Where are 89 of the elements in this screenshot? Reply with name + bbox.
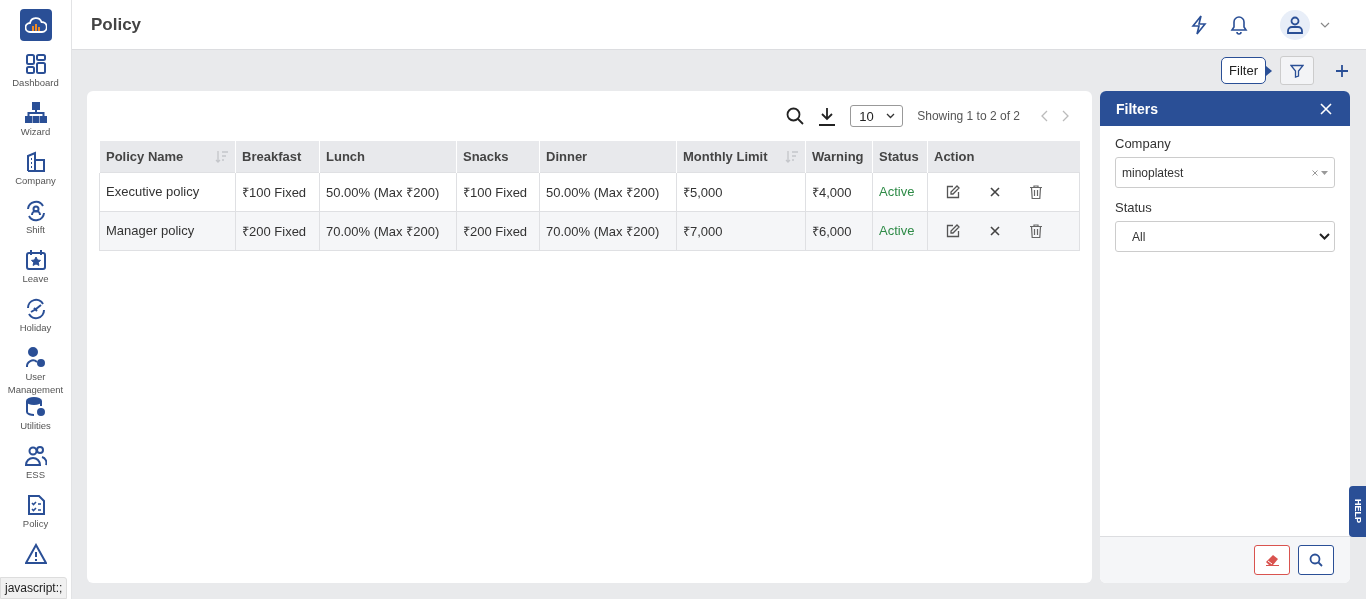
sidebar-item[interactable]: Policy xyxy=(0,494,72,543)
chevron-down-icon[interactable] xyxy=(1320,21,1330,28)
table-cell: ₹100 Fixed xyxy=(456,172,540,211)
user-avatar[interactable] xyxy=(1280,9,1310,40)
chevron-down-icon xyxy=(886,113,896,119)
company-combobox[interactable]: minoplatest xyxy=(1115,157,1335,188)
sidebar-label: Holiday xyxy=(18,321,53,334)
page-title: Policy xyxy=(91,14,142,35)
table-cell: Executive policy xyxy=(99,172,236,211)
lightning-icon[interactable] xyxy=(1190,14,1208,35)
column-header: Breakfast xyxy=(235,141,320,172)
sidebar-label: Leave xyxy=(21,272,50,285)
page-size-select[interactable]: 10 xyxy=(850,105,904,127)
edit-icon[interactable] xyxy=(946,224,960,239)
filter-button[interactable] xyxy=(1280,56,1314,85)
column-header: Status xyxy=(872,141,928,172)
dashboard-icon xyxy=(24,53,47,75)
table-cell: ₹5,000 xyxy=(676,172,806,211)
column-header: Dinner xyxy=(539,141,677,172)
trash-icon[interactable] xyxy=(1030,224,1042,239)
status-cell: Active xyxy=(872,172,928,211)
table-cell: ₹6,000 xyxy=(805,211,873,250)
sidebar-label: Dashboard xyxy=(11,76,60,89)
sidebar-item[interactable]: Dashboard xyxy=(0,53,72,102)
chevron-down-icon xyxy=(1319,233,1330,240)
trash-icon[interactable] xyxy=(1030,185,1042,200)
user-cycle-icon xyxy=(24,200,47,222)
table-cell: ₹200 Fixed xyxy=(235,211,320,250)
field-label: Company xyxy=(1115,136,1172,151)
app-logo[interactable] xyxy=(19,9,52,41)
filter-icon xyxy=(1290,63,1304,78)
notification-bell-icon[interactable] xyxy=(1230,14,1248,35)
table-cell: ₹100 Fixed xyxy=(235,172,320,211)
sidebar-item[interactable]: Holiday xyxy=(0,298,72,347)
caret-down-icon xyxy=(1321,170,1328,175)
search-icon[interactable] xyxy=(786,107,805,125)
close-icon[interactable] xyxy=(990,187,1000,198)
warning-icon xyxy=(24,543,47,565)
hierarchy-icon xyxy=(24,102,47,124)
sidebar-label: Company xyxy=(14,174,57,187)
sidebar-label: Utilities xyxy=(19,419,52,432)
sidebar-label: Wizard xyxy=(19,125,52,138)
column-header: Action xyxy=(927,141,1080,172)
table-cell: ₹200 Fixed xyxy=(456,211,540,250)
sidebar-label: Shift xyxy=(25,223,46,236)
download-icon[interactable] xyxy=(818,106,837,126)
sidebar-item[interactable]: User Management xyxy=(0,347,72,396)
table-cell: ₹4,000 xyxy=(805,172,873,211)
browser-status-bar: javascript:; xyxy=(0,577,68,599)
clear-icon[interactable] xyxy=(1312,169,1318,176)
add-icon[interactable] xyxy=(1336,64,1348,77)
sidebar-label: ESS xyxy=(25,468,46,481)
sidebar-item[interactable]: Shift xyxy=(0,200,72,249)
table-cell: 70.00% (Max ₹200) xyxy=(319,211,457,250)
search-icon xyxy=(1309,553,1323,567)
panel-title: Filters xyxy=(1116,100,1158,117)
sidebar-label: Policy xyxy=(21,517,50,530)
table-cell: 50.00% (Max ₹200) xyxy=(539,172,677,211)
column-header: Warning xyxy=(805,141,873,172)
table-cell: Manager policy xyxy=(99,211,236,250)
sidebar-item[interactable]: Company xyxy=(0,151,72,200)
field-label: Status xyxy=(1115,200,1153,215)
help-tab[interactable]: HELP xyxy=(1349,486,1366,537)
filter-tooltip: Filter xyxy=(1221,57,1266,84)
users-icon xyxy=(24,445,47,467)
status-select[interactable]: All xyxy=(1115,221,1335,252)
eraser-icon xyxy=(1264,554,1280,566)
column-header: Snacks xyxy=(456,141,540,172)
sidebar-item[interactable]: ESS xyxy=(0,445,72,494)
tooltip-pointer xyxy=(1266,65,1272,76)
sidebar-label: User Management xyxy=(6,370,65,396)
clear-filters-button[interactable] xyxy=(1254,545,1290,575)
table-cell: 50.00% (Max ₹200) xyxy=(319,172,457,211)
sidebar-item[interactable]: Leave xyxy=(0,249,72,298)
column-header: Lunch xyxy=(319,141,457,172)
edit-icon[interactable] xyxy=(946,185,960,200)
status-cell: Active xyxy=(872,211,928,250)
cycle-icon xyxy=(24,298,47,320)
column-header[interactable]: Monthly Limit xyxy=(676,141,806,172)
search-button[interactable] xyxy=(1298,545,1334,575)
column-header[interactable]: Policy Name xyxy=(99,141,236,172)
table-cell: ₹7,000 xyxy=(676,211,806,250)
building-icon xyxy=(24,151,47,173)
sidebar-item[interactable]: Utilities xyxy=(0,396,72,445)
close-icon[interactable] xyxy=(990,226,1000,237)
sidebar-item[interactable]: Wizard xyxy=(0,102,72,151)
pagination-summary: Showing 1 to 2 of 2 xyxy=(917,109,1020,123)
cloud-chart-icon xyxy=(24,16,47,34)
table-cell: 70.00% (Max ₹200) xyxy=(539,211,677,250)
